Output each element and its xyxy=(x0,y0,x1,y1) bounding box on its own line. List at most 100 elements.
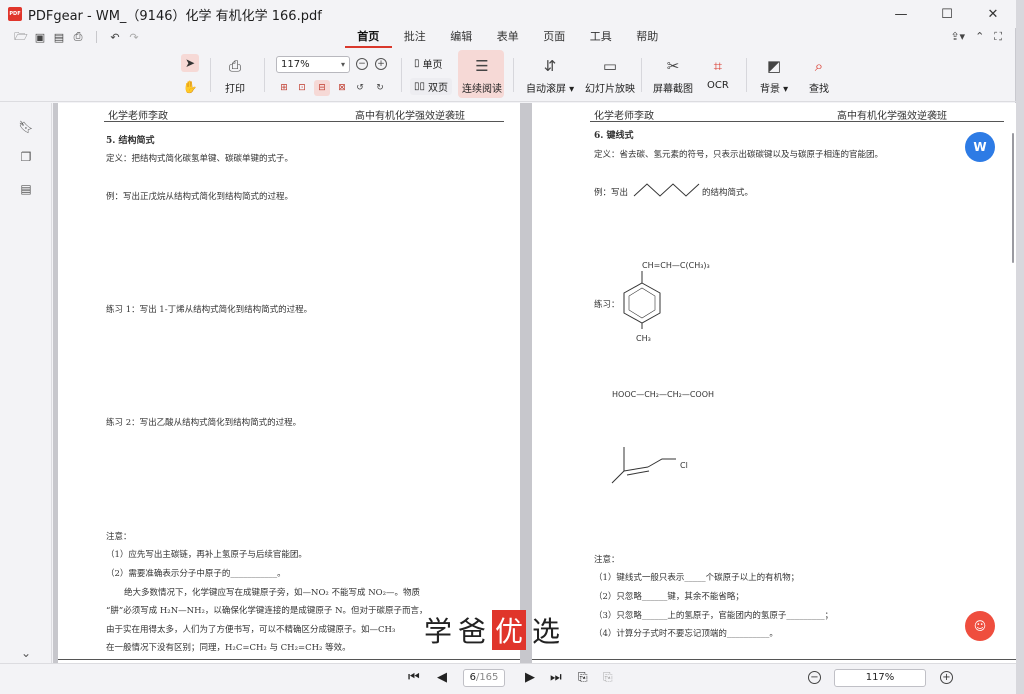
zoom-value: 117% xyxy=(281,59,310,70)
page-header-right: 高中有机化学强效逆袭班 xyxy=(837,111,947,122)
slideshow-button[interactable]: ▭ 幻灯片放映 xyxy=(585,56,635,95)
save-as-icon[interactable]: ▤ xyxy=(52,30,66,44)
fullscreen-icon[interactable]: ⛶ xyxy=(994,30,1002,44)
zoom-out-icon[interactable]: − xyxy=(808,671,821,684)
note-4: （4）计算分子式时不要忘记顶端的__________。 xyxy=(594,629,778,639)
total-pages: /165 xyxy=(475,672,499,683)
allyl-chloride-skeleton xyxy=(611,447,676,484)
zigzag-skeleton xyxy=(633,183,700,197)
select-pointer-button[interactable]: ➤ xyxy=(181,54,199,72)
divider xyxy=(264,58,265,92)
printer-icon: ⎙ xyxy=(228,57,241,75)
hand-tool-button[interactable]: ✋ xyxy=(181,78,199,96)
minimize-button[interactable]: — xyxy=(878,0,924,28)
fit-page-icon[interactable]: ⊡ xyxy=(294,80,310,96)
tab-form[interactable]: 表单 xyxy=(485,28,532,48)
scrollbar-thumb[interactable] xyxy=(1012,133,1014,263)
note-2: （2）只忽略______键，其余不能省略； xyxy=(594,592,744,602)
tab-edit[interactable]: 编辑 xyxy=(438,28,485,48)
rotate-left-icon[interactable]: ↺ xyxy=(352,80,368,96)
next-page-icon[interactable]: ▶ xyxy=(525,670,535,685)
fit-visible-icon[interactable]: ⊠ xyxy=(334,80,350,96)
notes-title: 注意： xyxy=(594,555,620,565)
fit-width-icon[interactable]: ⊟ xyxy=(314,80,330,96)
ai-assistant-button[interactable]: ☺ xyxy=(965,611,995,641)
open-folder-icon[interactable]: 🗁 xyxy=(14,30,28,44)
double-page-button[interactable]: ▯▯ 双页 xyxy=(410,78,453,95)
ribbon-toolbar: ➤ ✋ ⎙ 打印 117% ▾ − + ⊞ ⊡ ⊟ ⊠ ↺ ↻ ▯ 单页 ▯▯ … xyxy=(0,48,1016,102)
document-viewer[interactable]: 化学老师李政 高中有机化学强效逆袭班 5. 结构简式 定义：把结构式简化碳氢单键… xyxy=(53,103,1016,663)
example-suffix: 的结构简式。 xyxy=(702,188,754,198)
maximize-button[interactable]: ☐ xyxy=(924,0,970,28)
paragraph-line: “肼”必须写成 H₂N—NH₂，以确保化学键连接的是成键原子 N。但对于碳原子而… xyxy=(106,606,428,616)
redo-icon[interactable]: ↷ xyxy=(127,30,141,44)
definition-text: 定义：把结构式简化碳氢单键、碳碳单键的式子。 xyxy=(106,154,294,164)
background-button[interactable]: ◩ 背景 ▾ xyxy=(760,56,788,95)
page-number-input[interactable]: 6/165 xyxy=(463,669,505,687)
ocr-button[interactable]: ⌗ OCR xyxy=(707,56,729,91)
find-button[interactable]: ⌕ 查找 xyxy=(809,56,829,95)
desktop-background xyxy=(1016,0,1024,694)
last-page-icon[interactable]: ⏭ xyxy=(550,670,562,685)
divider xyxy=(513,58,514,92)
sidebar-collapse-icon[interactable]: ⌄ xyxy=(18,645,34,661)
zoom-in-icon[interactable]: + xyxy=(940,671,953,684)
find-label: 查找 xyxy=(809,84,829,95)
window-title: PDFgear - WM_（9146）化学 有机化学 166.pdf xyxy=(28,8,322,24)
tab-annotate[interactable]: 批注 xyxy=(392,28,439,48)
first-page-icon[interactable]: ⏮ xyxy=(408,670,420,685)
comments-icon[interactable]: ▤ xyxy=(18,181,34,197)
tab-home[interactable]: 首页 xyxy=(345,28,392,48)
prev-page-icon[interactable]: ◀ xyxy=(437,670,447,685)
divider xyxy=(746,58,747,92)
example-text: 例：写出正戊烷从结构式简化到结构简式的过程。 xyxy=(106,192,294,202)
projector-icon: ▭ xyxy=(602,57,618,75)
robot-icon: ☺ xyxy=(973,619,987,633)
auto-scroll-button[interactable]: ⇵ 自动滚屏 ▾ xyxy=(526,56,574,95)
page-header-left: 化学老师李政 xyxy=(108,111,168,122)
tab-help[interactable]: 帮助 xyxy=(624,28,671,48)
zoom-level-input[interactable]: 117% xyxy=(834,669,926,687)
actual-size-icon[interactable]: ⊞ xyxy=(276,80,292,96)
rotate-right-icon[interactable]: ↻ xyxy=(372,80,388,96)
single-page-button[interactable]: ▯ 单页 xyxy=(414,56,443,71)
divider xyxy=(96,31,97,43)
section-title: 6. 键线式 xyxy=(594,131,634,141)
note-1: （1）键线式一般只表示_____个碳原子以上的有机物； xyxy=(594,573,800,583)
undo-icon[interactable]: ↶ xyxy=(108,30,122,44)
save-icon[interactable]: ▣ xyxy=(33,30,47,44)
bookmark-icon[interactable]: 🔖︎ xyxy=(18,119,34,135)
chevron-down-icon: ▾ xyxy=(340,60,345,69)
methyl-label: CH₃ xyxy=(636,334,651,343)
app-window: PDF PDFgear - WM_（9146）化学 有机化学 166.pdf —… xyxy=(0,0,1016,694)
tab-tools[interactable]: 工具 xyxy=(578,28,625,48)
screenshot-button[interactable]: ✂ 屏幕截图 xyxy=(653,56,693,95)
background-icon: ◩ xyxy=(767,57,782,75)
collapse-ribbon-icon[interactable]: ⌃ xyxy=(975,30,984,44)
zoom-out-icon[interactable]: − xyxy=(356,58,368,70)
pdf-page-right: 化学老师李政 高中有机化学强效逆袭班 6. 键线式 定义：省去碳、氢元素的符号，… xyxy=(532,103,1016,663)
watermark-logo: 学 爸 优 选 xyxy=(424,610,560,650)
auto-scroll-label: 自动滚屏 ▾ xyxy=(526,84,575,95)
forward-view-icon[interactable]: ⎘ xyxy=(603,670,613,685)
double-page-icon: ▯▯ xyxy=(414,81,426,92)
scissors-icon: ✂ xyxy=(666,57,680,75)
watermark-char: 优 xyxy=(492,610,527,650)
tab-page[interactable]: 页面 xyxy=(531,28,578,48)
print-quick-icon[interactable]: ⎙ xyxy=(71,30,85,44)
close-button[interactable]: ✕ xyxy=(970,0,1016,28)
left-sidebar: 🔖︎ ❐ ▤ ⌄ xyxy=(0,103,52,663)
zoom-in-icon[interactable]: + xyxy=(375,58,387,70)
print-button[interactable]: ⎙ 打印 xyxy=(225,56,245,95)
zoom-select[interactable]: 117% ▾ xyxy=(276,56,350,73)
background-label: 背景 ▾ xyxy=(760,84,789,95)
continuous-scroll-icon: ☰ xyxy=(475,57,489,75)
thumbnails-icon[interactable]: ❐ xyxy=(18,149,34,165)
single-page-label: 单页 xyxy=(422,60,443,71)
back-view-icon[interactable]: ⎘ xyxy=(578,670,588,685)
convert-to-word-button[interactable]: W xyxy=(965,132,995,162)
share-icon[interactable]: ⇪▾ xyxy=(950,30,965,44)
divider xyxy=(401,58,402,92)
header-rule xyxy=(590,121,1004,122)
vertical-scrollbar[interactable] xyxy=(1009,103,1016,663)
